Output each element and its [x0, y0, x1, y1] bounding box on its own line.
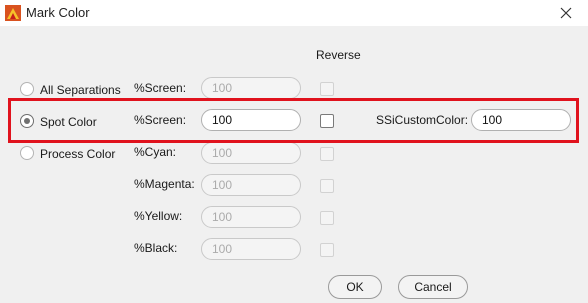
black-input[interactable] — [201, 238, 301, 260]
highlight-box — [8, 98, 579, 143]
title-bar: Mark Color — [0, 0, 588, 26]
magenta-label: %Magenta: — [134, 177, 195, 191]
black-label: %Black: — [134, 241, 178, 255]
close-button[interactable] — [543, 0, 588, 26]
black-reverse-checkbox[interactable] — [320, 243, 334, 257]
all-screen-input[interactable] — [201, 77, 301, 99]
all-separations-label: All Separations — [40, 83, 121, 97]
window-title: Mark Color — [26, 5, 90, 20]
reverse-column-header: Reverse — [316, 48, 361, 62]
process-color-label: Process Color — [40, 147, 116, 161]
yellow-label: %Yellow: — [134, 209, 183, 223]
magenta-reverse-checkbox[interactable] — [320, 179, 334, 193]
yellow-reverse-checkbox[interactable] — [320, 211, 334, 225]
cyan-reverse-checkbox[interactable] — [320, 147, 334, 161]
all-screen-label: %Screen: — [134, 81, 187, 95]
ok-button[interactable]: OK — [328, 275, 382, 299]
cancel-button[interactable]: Cancel — [398, 275, 468, 299]
all-screen-reverse-checkbox[interactable] — [320, 82, 334, 96]
cyan-input[interactable] — [201, 142, 301, 164]
radio-process-color[interactable] — [20, 146, 34, 160]
magenta-input[interactable] — [201, 174, 301, 196]
app-logo-icon — [5, 5, 21, 21]
yellow-input[interactable] — [201, 206, 301, 228]
cyan-label: %Cyan: — [134, 145, 177, 159]
radio-all-separations[interactable] — [20, 82, 34, 96]
close-icon — [560, 7, 571, 19]
